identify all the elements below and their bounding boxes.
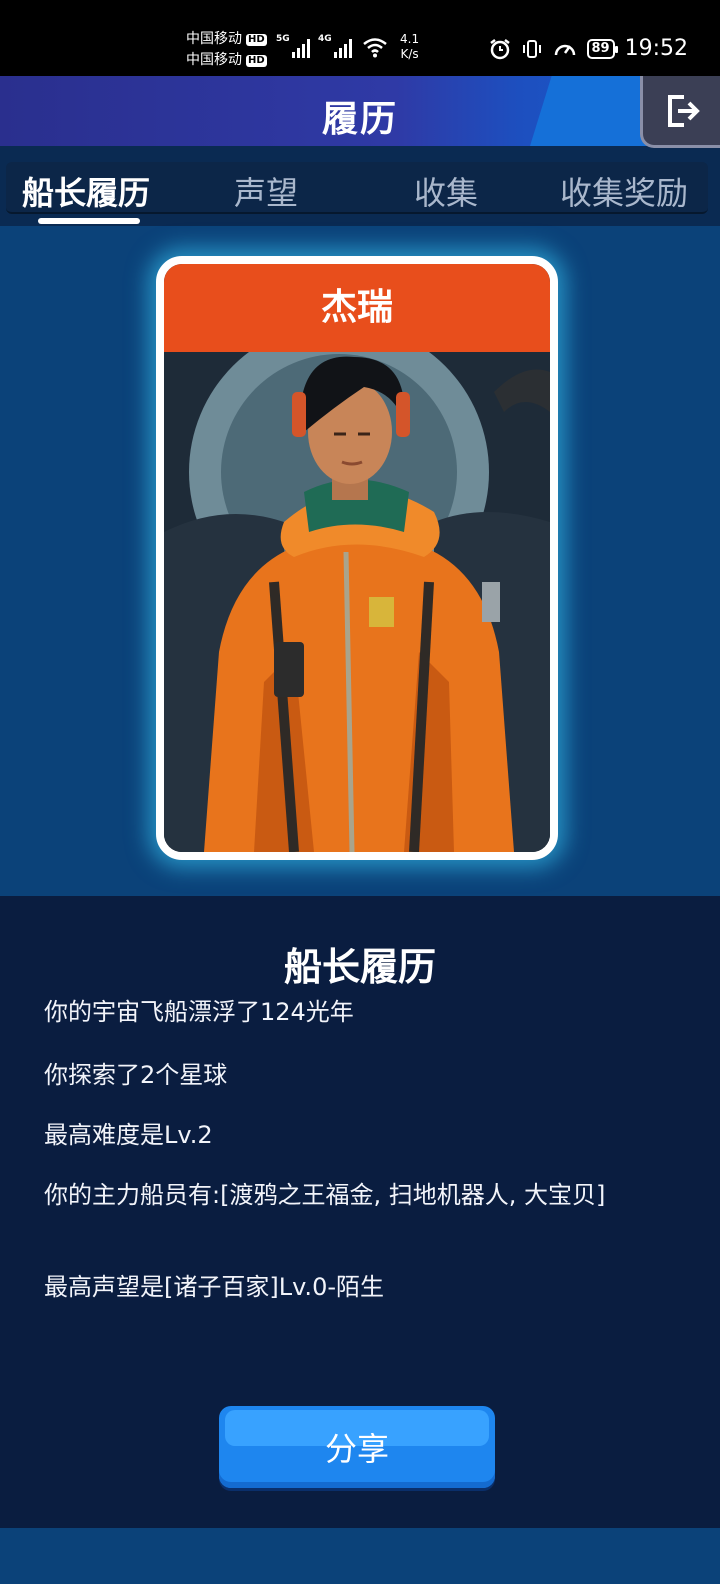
resume-line-crew: 你的主力船员有:[渡鸦之王福金, 扫地机器人, 大宝贝] <box>44 1181 606 1209</box>
tab-collection[interactable]: 收集 <box>414 168 478 214</box>
active-tab-indicator <box>38 218 140 224</box>
hd-badge: HD <box>246 54 267 67</box>
header-bar: 履历 <box>0 76 720 146</box>
carrier-info: 中国移动 HD 中国移动 HD <box>186 29 267 71</box>
captain-portrait <box>164 352 550 852</box>
tab-reputation[interactable]: 声望 <box>234 168 298 214</box>
tab-captain-resume[interactable]: 船长履历 <box>22 168 150 214</box>
share-button-label: 分享 <box>324 1430 389 1468</box>
vibrate-icon <box>522 39 541 58</box>
bottom-strip <box>0 1528 720 1584</box>
resume-line-reputation: 最高声望是[诸子百家]Lv.0-陌生 <box>44 1273 384 1301</box>
signal-4g-icon: 4G <box>318 34 352 58</box>
resume-line-difficulty: 最高难度是Lv.2 <box>44 1121 213 1149</box>
signal-5g-icon: 5G <box>276 34 310 58</box>
exit-icon <box>667 94 700 127</box>
signal-indicators: 5G 4G <box>276 34 388 58</box>
resume-title: 船长履历 <box>283 945 436 989</box>
alarm-icon <box>489 38 510 59</box>
clock: 19:52 <box>624 36 688 61</box>
exit-button[interactable] <box>640 76 720 148</box>
resume-line-distance: 你的宇宙飞船漂浮了124光年 <box>44 998 354 1026</box>
speedometer-icon <box>554 44 575 55</box>
wifi-icon <box>363 38 387 58</box>
tab-collection-rewards[interactable]: 收集奖励 <box>560 168 688 214</box>
battery-indicator: 89 <box>586 38 618 59</box>
tab-bar: 船长履历 声望 收集 收集奖励 <box>6 162 708 214</box>
carrier-2: 中国移动 <box>186 52 242 68</box>
system-indicators: 89 19:52 <box>489 36 688 61</box>
resume-screen: 中国移动 HD 中国移动 HD 5G 4G 4.1 K/s 89 19:52 履… <box>0 0 720 1584</box>
share-button[interactable]: 分享 <box>219 1406 495 1488</box>
page-title: 履历 <box>321 99 398 140</box>
hd-badge: HD <box>246 33 267 46</box>
status-bar: 中国移动 HD 中国移动 HD 5G 4G 4.1 K/s 89 19:52 <box>0 0 720 76</box>
captain-name: 杰瑞 <box>164 264 550 352</box>
net-speed: 4.1 K/s <box>400 32 420 61</box>
resume-line-planets: 你探索了2个星球 <box>44 1061 228 1089</box>
carrier-1: 中国移动 <box>186 31 242 47</box>
captain-card: 杰瑞 <box>156 256 558 860</box>
